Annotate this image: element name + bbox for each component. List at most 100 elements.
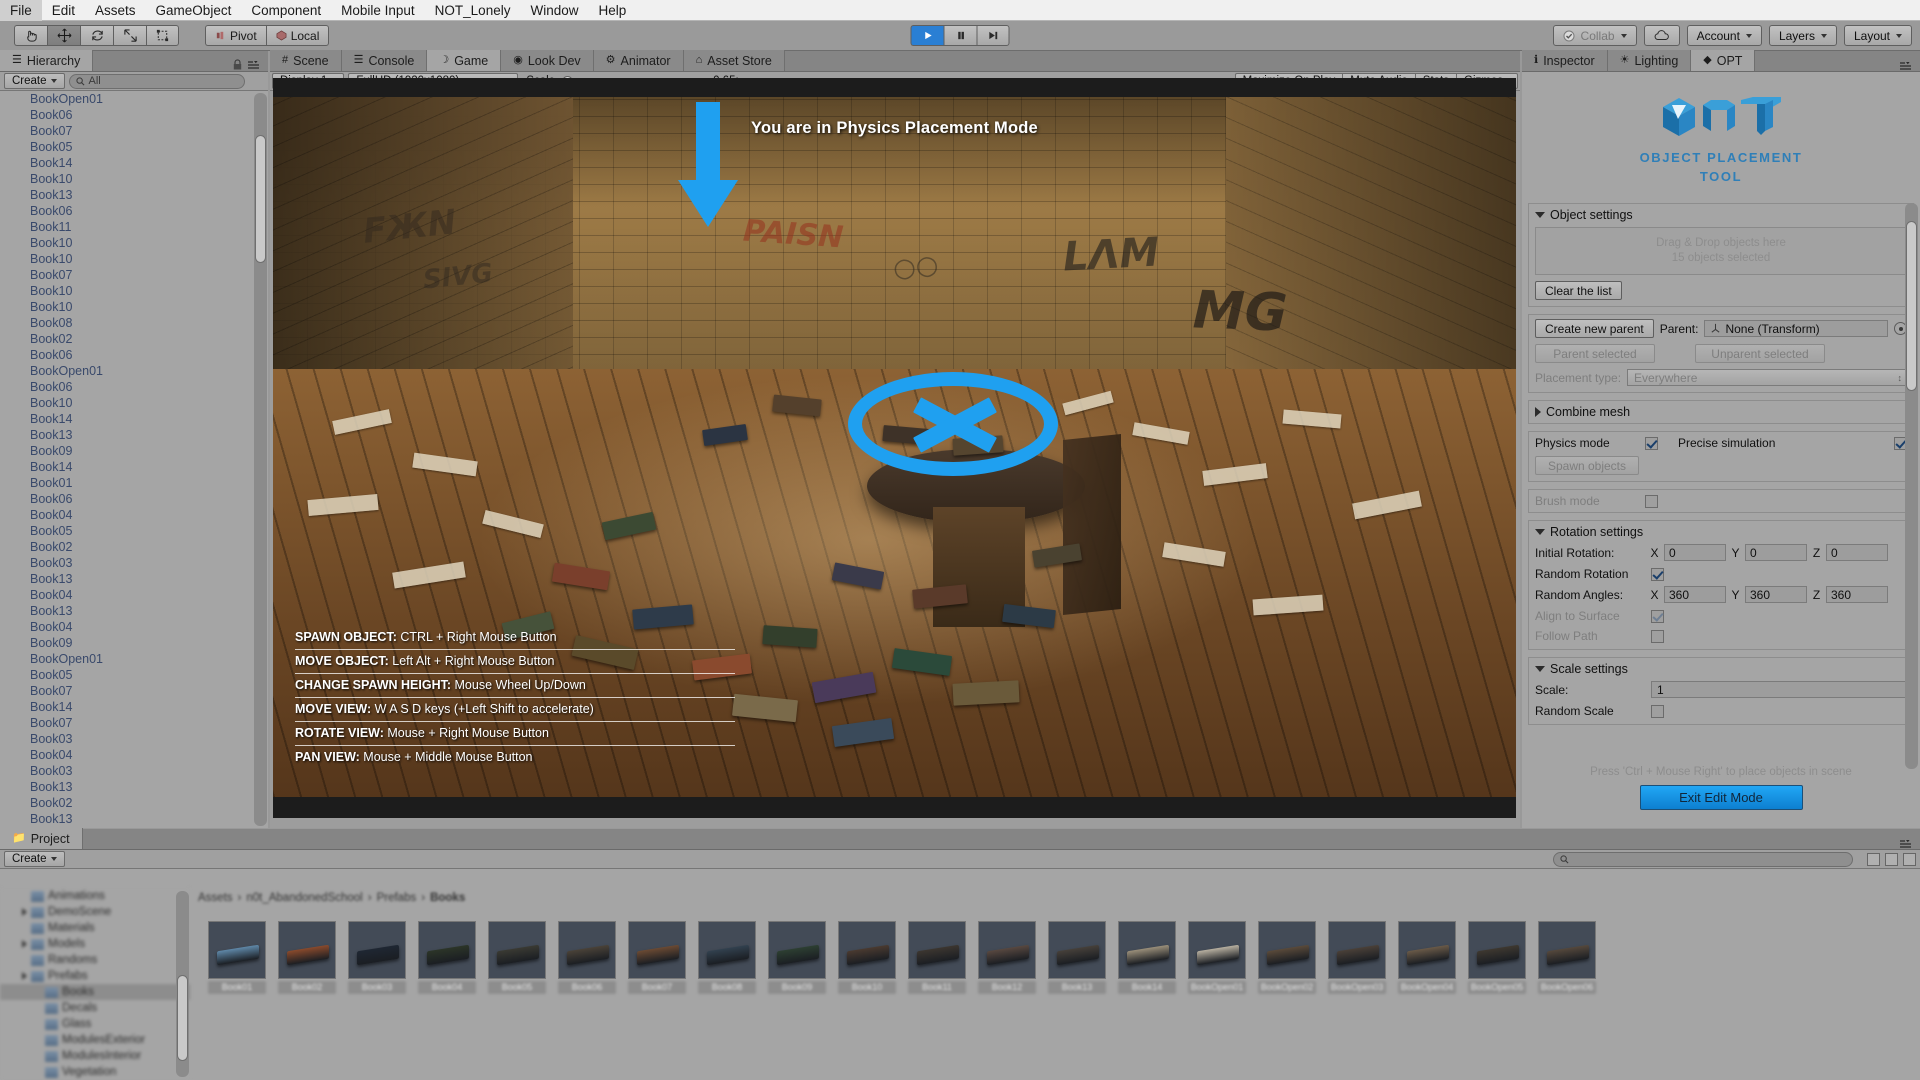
hierarchy-scroll-thumb[interactable] [255,135,266,263]
folder-tree-item[interactable]: Materials [0,920,190,936]
hierarchy-item[interactable]: Book07 [0,683,268,699]
hierarchy-item[interactable]: Book06 [0,107,268,123]
create-new-parent-button[interactable]: Create new parent [1535,319,1654,338]
parent-object-field[interactable]: None (Transform) [1704,320,1888,337]
random-angle-z-input[interactable]: 360 [1826,586,1888,603]
tab-look-dev[interactable]: ◉ Look Dev [501,50,594,71]
object-dropzone[interactable]: Drag & Drop objects here 15 objects sele… [1535,227,1907,275]
project-tree-scroll-thumb[interactable] [177,975,188,1061]
asset-item[interactable]: BookOpen06 [1538,921,1596,994]
breadcrumb-item[interactable]: Prefabs [377,892,417,904]
asset-item[interactable]: BookOpen05 [1468,921,1526,994]
physics-mode-checkbox[interactable] [1645,436,1658,450]
pivot-toggle[interactable]: Pivot [205,25,266,46]
filter-type-icon[interactable] [1867,852,1880,866]
breadcrumb[interactable]: Assets › n0t_AbandonedSchool › Prefabs › Books [198,890,465,905]
asset-item[interactable]: Book11 [908,921,966,994]
hierarchy-item[interactable]: Book09 [0,443,268,459]
hierarchy-item[interactable]: Book07 [0,715,268,731]
hierarchy-item[interactable]: Book04 [0,587,268,603]
menu-help[interactable]: Help [588,0,636,21]
hierarchy-item[interactable]: Book01 [0,475,268,491]
cloud-button[interactable] [1643,25,1680,46]
tab-console[interactable]: ☰ Console [341,50,428,71]
unparent-selected-button[interactable]: Unparent selected [1695,344,1825,363]
initial-rotation-y-input[interactable]: 0 [1745,544,1807,561]
hierarchy-create-button[interactable]: Create [4,73,65,89]
play-button[interactable] [910,25,944,46]
asset-item[interactable]: Book10 [838,921,896,994]
folder-tree-item[interactable]: Prefabs [0,968,190,984]
layers-button[interactable]: Layers [1768,25,1837,46]
folder-tree-item[interactable]: Books [0,984,190,1000]
folder-tree-item[interactable]: ModulesInterior [0,1048,190,1064]
align-to-surface-checkbox[interactable] [1651,609,1664,623]
spawn-objects-button[interactable]: Spawn objects [1535,456,1639,475]
hierarchy-item[interactable]: Book10 [0,235,268,251]
hierarchy-item[interactable]: Book06 [0,347,268,363]
account-button[interactable]: Account [1686,25,1762,46]
initial-rotation-z-input[interactable]: 0 [1826,544,1888,561]
scale-input[interactable]: 1 [1651,681,1907,698]
hierarchy-item[interactable]: Book13 [0,571,268,587]
hierarchy-item[interactable]: Book13 [0,427,268,443]
asset-item[interactable]: Book05 [488,921,546,994]
project-create-button[interactable]: Create [4,851,65,867]
menu-not-lonely[interactable]: NOT_Lonely [425,0,521,21]
random-scale-checkbox[interactable] [1651,704,1664,718]
hierarchy-item[interactable]: Book03 [0,731,268,747]
hierarchy-item[interactable]: Book10 [0,395,268,411]
hierarchy-scrollbar[interactable] [254,93,267,826]
hierarchy-item[interactable]: Book14 [0,459,268,475]
opt-settings-body[interactable]: Object settings Drag & Drop objects here… [1522,203,1920,748]
hierarchy-item[interactable]: Book04 [0,747,268,763]
menu-component[interactable]: Component [241,0,331,21]
layout-button[interactable]: Layout [1843,25,1912,46]
follow-path-checkbox[interactable] [1651,629,1664,643]
step-button[interactable] [976,25,1010,46]
game-render-canvas[interactable]: FЖN PAISN ○○ LΛM MG SIVG You are in Phys… [273,78,1516,818]
menu-gameobject[interactable]: GameObject [146,0,242,21]
breadcrumb-item[interactable]: Books [430,892,465,904]
rotation-settings-header[interactable]: Rotation settings [1535,525,1907,539]
hierarchy-item[interactable]: Book08 [0,315,268,331]
pause-button[interactable] [943,25,977,46]
initial-rotation-x-input[interactable]: 0 [1664,544,1726,561]
hierarchy-item[interactable]: Book06 [0,379,268,395]
asset-item[interactable]: Book13 [1048,921,1106,994]
folder-tree-item[interactable]: DemoScene [0,904,190,920]
asset-item[interactable]: BookOpen01 [1188,921,1246,994]
hierarchy-item[interactable]: Book04 [0,507,268,523]
filter-label-icon[interactable] [1885,852,1898,866]
hierarchy-item[interactable]: Book07 [0,123,268,139]
hierarchy-item[interactable]: Book09 [0,635,268,651]
favorites-icon[interactable] [1903,852,1916,866]
asset-item[interactable]: Book14 [1118,921,1176,994]
menu-edit[interactable]: Edit [42,0,85,21]
folder-tree-item[interactable]: ModulesExterior [0,1032,190,1048]
hierarchy-item[interactable]: Book06 [0,203,268,219]
asset-item[interactable]: BookOpen04 [1398,921,1456,994]
tab-hierarchy[interactable]: ☰ Hierarchy [0,50,94,71]
hierarchy-item[interactable]: Book02 [0,795,268,811]
placement-type-dropdown[interactable]: Everywhere [1627,369,1907,386]
hierarchy-item[interactable]: BookOpen01 [0,91,268,107]
hierarchy-item[interactable]: Book03 [0,555,268,571]
hand-tool-button[interactable] [14,25,47,46]
hierarchy-item[interactable]: Book07 [0,267,268,283]
triangle-right-icon[interactable] [22,972,27,980]
hierarchy-item[interactable]: Book05 [0,523,268,539]
asset-grid[interactable]: Book01 Book02 Book03 Book04 Book05 Book06 Book… [198,911,1920,1080]
rotate-tool-button[interactable] [80,25,113,46]
asset-item[interactable]: BookOpen03 [1328,921,1386,994]
asset-item[interactable]: Book02 [278,921,336,994]
breadcrumb-item[interactable]: n0t_AbandonedSchool [246,892,362,904]
hierarchy-item[interactable]: Book14 [0,411,268,427]
rect-tool-button[interactable] [146,25,179,46]
tab-asset-store[interactable]: ⌂ Asset Store [683,50,785,71]
scale-settings-header[interactable]: Scale settings [1535,662,1907,676]
menu-assets[interactable]: Assets [85,0,146,21]
combine-mesh-section[interactable]: Combine mesh [1528,400,1914,424]
hierarchy-item[interactable]: Book03 [0,763,268,779]
project-tree-scrollbar[interactable] [176,891,189,1077]
